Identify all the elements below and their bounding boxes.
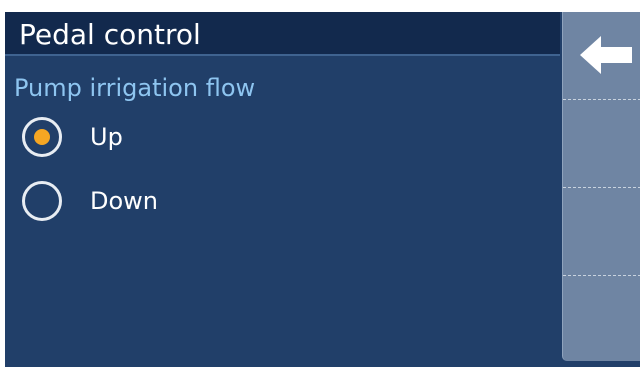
arrow-left-icon (580, 36, 632, 74)
section-label: Pump irrigation flow (14, 74, 256, 102)
radio-option-up[interactable]: Up (22, 117, 322, 163)
radio-label-up: Up (90, 123, 123, 151)
radio-option-down[interactable]: Down (22, 181, 322, 227)
side-button-3[interactable] (563, 187, 640, 276)
radio-button-up[interactable] (22, 117, 62, 157)
radio-selected-dot (34, 129, 50, 145)
radio-button-down[interactable] (22, 181, 62, 221)
header-bar: Pedal control (5, 12, 560, 56)
side-button-2[interactable] (563, 99, 640, 188)
page-title: Pedal control (19, 18, 201, 51)
back-button[interactable] (563, 12, 640, 99)
side-button-4[interactable] (563, 275, 640, 362)
radio-label-down: Down (90, 187, 159, 215)
side-panel (562, 12, 640, 361)
